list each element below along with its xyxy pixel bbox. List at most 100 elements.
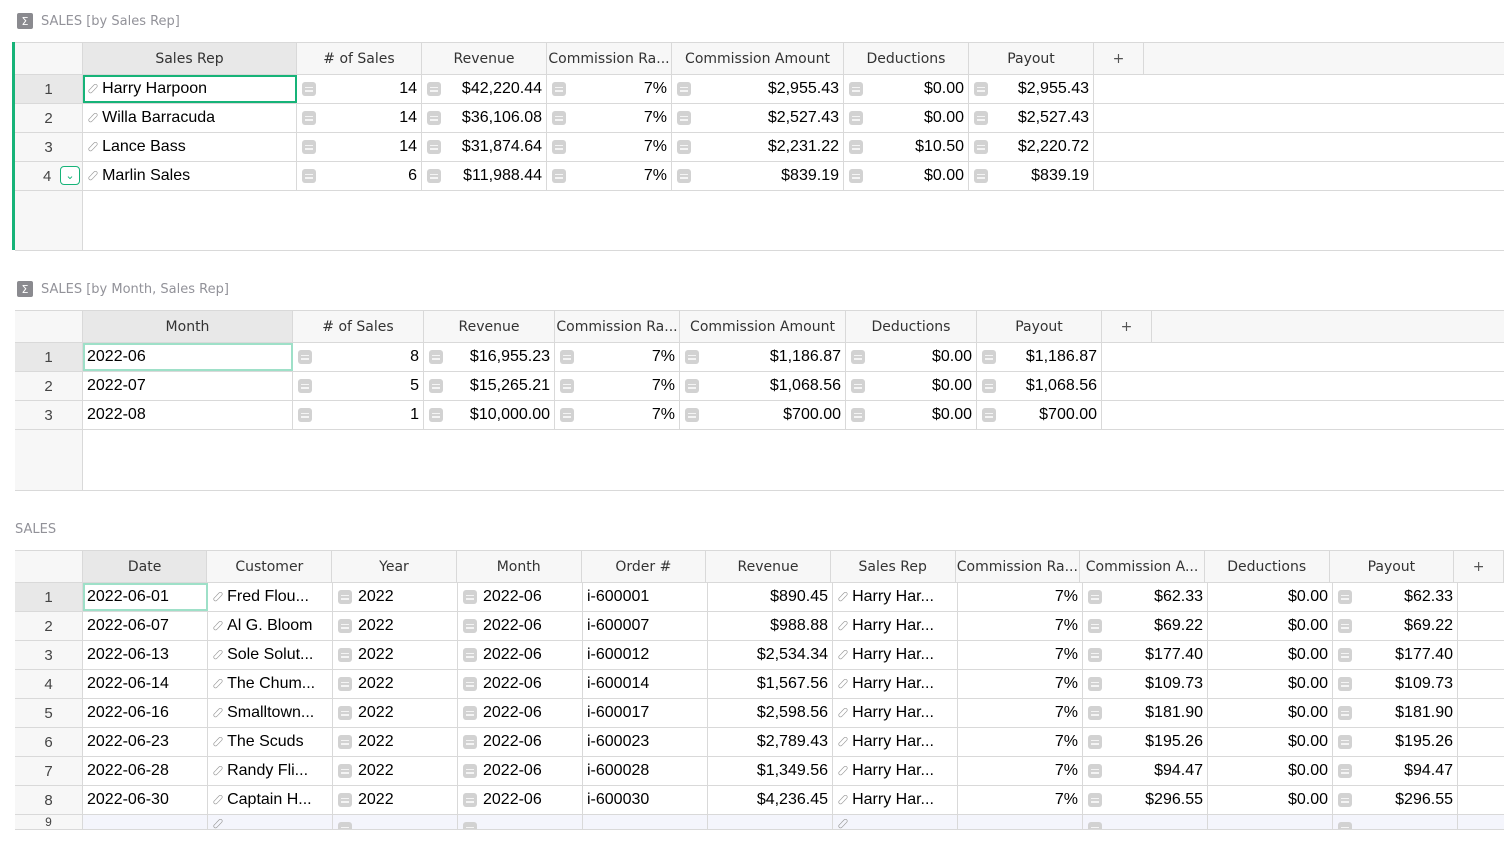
column-header-payout[interactable]: Payout: [1330, 551, 1455, 582]
cell-month[interactable]: 2022-06: [83, 343, 293, 371]
cell-month[interactable]: 2022-06: [458, 757, 583, 785]
row-number[interactable]: 1: [15, 75, 83, 103]
cell-deductions[interactable]: $0.00: [1208, 641, 1333, 669]
cell-commission-rate[interactable]: 7%: [958, 699, 1083, 727]
cell-year[interactable]: 2022: [333, 757, 458, 785]
column-header-sales-rep[interactable]: Sales Rep: [83, 43, 297, 74]
cell-sales-rep[interactable]: ⊂⊃ Harry Har...: [833, 757, 958, 785]
cell-commission-amount[interactable]: $839.19: [672, 162, 844, 190]
column-header-year[interactable]: Year: [332, 551, 457, 582]
cell-commission-amount[interactable]: $296.55: [1083, 786, 1208, 814]
cell-deductions[interactable]: $0.00: [1208, 612, 1333, 640]
cell-sales-rep[interactable]: ⊂⊃ Harry Har...: [833, 786, 958, 814]
cell-commission-rate[interactable]: 7%: [547, 162, 672, 190]
cell-month[interactable]: 2022-06: [458, 728, 583, 756]
cell-deductions[interactable]: $0.00: [1208, 583, 1333, 611]
cell-commission-amount[interactable]: $2,955.43: [672, 75, 844, 103]
cell-payout[interactable]: $69.22: [1333, 612, 1458, 640]
row-number[interactable]: 2: [15, 372, 83, 400]
cell-revenue[interactable]: $11,988.44: [422, 162, 547, 190]
cell-month[interactable]: 2022-06: [458, 670, 583, 698]
cell-date[interactable]: 2022-06-28: [83, 757, 208, 785]
cell-sales-rep[interactable]: ⊂⊃ Harry Harpoon: [83, 75, 297, 103]
cell-customer[interactable]: ⊂⊃ Smalltown...: [208, 699, 333, 727]
cell-commission-rate[interactable]: 7%: [547, 104, 672, 132]
cell-sales-rep[interactable]: ⊂⊃ Harry Har...: [833, 612, 958, 640]
cell-customer[interactable]: ⊂⊃ Captain H...: [208, 786, 333, 814]
cell-sales-rep[interactable]: ⊂⊃ Harry Har...: [833, 583, 958, 611]
cell-date[interactable]: 2022-06-16: [83, 699, 208, 727]
cell-commission-amount[interactable]: $1,186.87: [680, 343, 846, 371]
column-header-commission-rate[interactable]: Commission Ra...: [547, 43, 672, 74]
row-number[interactable]: 5: [15, 699, 83, 727]
row-expand-button[interactable]: ⌄: [60, 166, 80, 185]
cell-commission-amount[interactable]: $2,231.22: [672, 133, 844, 161]
cell-payout[interactable]: $700.00: [977, 401, 1102, 429]
corner-cell[interactable]: [15, 311, 83, 342]
cell-year[interactable]: 2022: [333, 670, 458, 698]
cell-date[interactable]: 2022-06-07: [83, 612, 208, 640]
row-number[interactable]: 1: [15, 343, 83, 371]
cell-order-number[interactable]: i-600012: [583, 641, 708, 669]
cell-commission-amount[interactable]: $195.26: [1083, 728, 1208, 756]
new-row-cell-order-number[interactable]: [583, 815, 708, 829]
cell-commission-amount[interactable]: $1,068.56: [680, 372, 846, 400]
cell-num-sales[interactable]: 6: [297, 162, 422, 190]
cell-revenue[interactable]: $988.88: [708, 612, 833, 640]
column-header-deductions[interactable]: Deductions: [1205, 551, 1330, 582]
cell-revenue[interactable]: $16,955.23: [424, 343, 555, 371]
cell-commission-rate[interactable]: 7%: [555, 372, 680, 400]
cell-deductions[interactable]: $0.00: [846, 372, 977, 400]
cell-date[interactable]: 2022-06-14: [83, 670, 208, 698]
cell-payout[interactable]: $195.26: [1333, 728, 1458, 756]
cell-payout[interactable]: $2,527.43: [969, 104, 1094, 132]
new-row-cell-customer[interactable]: ⊂⊃: [208, 815, 333, 829]
add-column-button[interactable]: +: [1094, 43, 1144, 74]
cell-year[interactable]: 2022: [333, 786, 458, 814]
cell-year[interactable]: 2022: [333, 728, 458, 756]
cell-month[interactable]: 2022-08: [83, 401, 293, 429]
cell-deductions[interactable]: $0.00: [846, 401, 977, 429]
row-number[interactable]: 4: [15, 670, 83, 698]
cell-payout[interactable]: $1,068.56: [977, 372, 1102, 400]
cell-deductions[interactable]: $0.00: [844, 162, 969, 190]
cell-sales-rep[interactable]: ⊂⊃ Harry Har...: [833, 641, 958, 669]
cell-revenue[interactable]: $10,000.00: [424, 401, 555, 429]
cell-commission-amount[interactable]: $109.73: [1083, 670, 1208, 698]
column-header-customer[interactable]: Customer: [207, 551, 333, 582]
cell-num-sales[interactable]: 14: [297, 75, 422, 103]
cell-revenue[interactable]: $4,236.45: [708, 786, 833, 814]
cell-sales-rep[interactable]: ⊂⊃ Willa Barracuda: [83, 104, 297, 132]
cell-commission-amount[interactable]: $2,527.43: [672, 104, 844, 132]
column-header-commission-amount[interactable]: Commission A...: [1080, 551, 1205, 582]
cell-customer[interactable]: ⊂⊃ Fred Flou...: [208, 583, 333, 611]
column-header-payout[interactable]: Payout: [969, 43, 1094, 74]
cell-revenue[interactable]: $890.45: [708, 583, 833, 611]
cell-commission-rate[interactable]: 7%: [555, 401, 680, 429]
new-row-cell-year[interactable]: [333, 815, 458, 829]
column-header-commission-rate[interactable]: Commission Ra...: [555, 311, 680, 342]
cell-order-number[interactable]: i-600023: [583, 728, 708, 756]
row-number[interactable]: 3: [15, 641, 83, 669]
add-column-button[interactable]: +: [1102, 311, 1152, 342]
cell-date[interactable]: 2022-06-13: [83, 641, 208, 669]
cell-customer[interactable]: ⊂⊃ The Scuds: [208, 728, 333, 756]
new-row[interactable]: 9 ⊂⊃ ⊂⊃: [15, 815, 1504, 830]
cell-deductions[interactable]: $0.00: [844, 104, 969, 132]
row-number[interactable]: 2: [15, 104, 83, 132]
cell-sales-rep[interactable]: ⊂⊃ Harry Har...: [833, 670, 958, 698]
cell-sales-rep[interactable]: ⊂⊃ Marlin Sales: [83, 162, 297, 190]
cell-commission-amount[interactable]: $69.22: [1083, 612, 1208, 640]
cell-revenue[interactable]: $2,534.34: [708, 641, 833, 669]
column-header-revenue[interactable]: Revenue: [422, 43, 547, 74]
cell-deductions[interactable]: $0.00: [1208, 757, 1333, 785]
new-row-cell-commission-amount[interactable]: [1083, 815, 1208, 829]
cell-num-sales[interactable]: 14: [297, 104, 422, 132]
cell-commission-rate[interactable]: 7%: [958, 612, 1083, 640]
add-column-button[interactable]: +: [1454, 551, 1504, 582]
cell-sales-rep[interactable]: ⊂⊃ Harry Har...: [833, 728, 958, 756]
cell-sales-rep[interactable]: ⊂⊃ Lance Bass: [83, 133, 297, 161]
cell-commission-amount[interactable]: $177.40: [1083, 641, 1208, 669]
cell-sales-rep[interactable]: ⊂⊃ Harry Har...: [833, 699, 958, 727]
cell-payout[interactable]: $177.40: [1333, 641, 1458, 669]
